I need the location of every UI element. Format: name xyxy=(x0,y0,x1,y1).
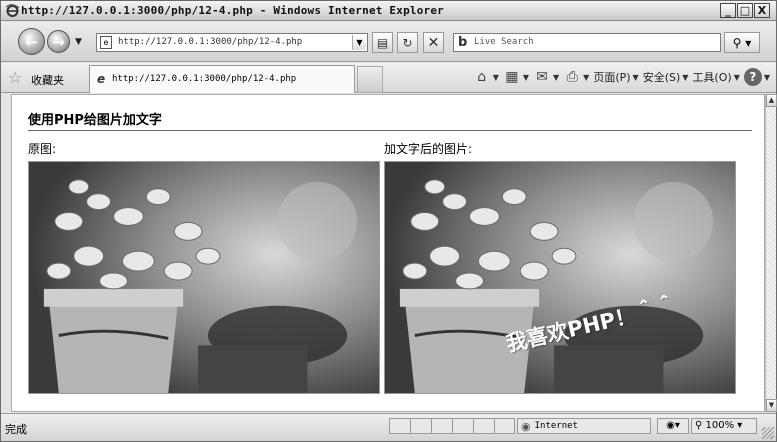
print-button[interactable]: ⎙ ▼ xyxy=(563,68,590,86)
tools-menu-label: 工具(O) xyxy=(692,71,732,84)
address-toolbar: ← → ▼ e http://127.0.0.1:3000/php/12-4.p… xyxy=(1,22,776,62)
stop-x-icon: ✕ xyxy=(427,34,440,51)
tab-current[interactable]: e http://127.0.0.1:3000/php/12-4.php xyxy=(89,65,355,93)
status-text: 完成 xyxy=(5,423,27,436)
page-heading: 使用PHP给图片加文字 xyxy=(28,113,162,128)
page-icon: e xyxy=(100,36,112,49)
page-content: 使用PHP给图片加文字 原图: 加文字后的图片: 我喜欢PHP！＾＾ xyxy=(11,94,765,412)
rss-icon: ▦ xyxy=(505,69,519,85)
scroll-down-button[interactable]: ▼ xyxy=(766,399,777,412)
forward-arrow-icon: → xyxy=(52,32,65,51)
safety-menu-arrow: ▼ xyxy=(682,72,689,82)
forward-button[interactable]: → xyxy=(47,30,70,53)
search-input[interactable]: b Live Search xyxy=(453,33,721,52)
minimize-button[interactable]: _ xyxy=(720,3,736,18)
address-field[interactable]: e http://127.0.0.1:3000/php/12-4.php ▼ xyxy=(96,33,368,52)
zone-label: Internet xyxy=(534,421,578,431)
back-button[interactable]: ← xyxy=(18,28,45,55)
safety-menu[interactable]: 安全(S) ▼ xyxy=(643,69,689,85)
resize-grip[interactable] xyxy=(762,427,774,439)
browser-window: http://127.0.0.1:3000/php/12-4.php - Win… xyxy=(0,0,777,442)
stop-button[interactable]: ✕ xyxy=(423,32,444,53)
compatibility-icon: ▤ xyxy=(376,35,389,50)
status-panel xyxy=(410,418,431,434)
tab-title: http://127.0.0.1:3000/php/12-4.php xyxy=(112,74,297,84)
watermarked-photo: 我喜欢PHP！＾＾ xyxy=(384,161,736,394)
feeds-dropdown-arrow: ▼ xyxy=(522,72,530,82)
close-button[interactable]: X xyxy=(754,3,770,18)
scroll-track[interactable] xyxy=(767,108,776,396)
home-dropdown-arrow: ▼ xyxy=(492,72,499,82)
original-caption: 原图: xyxy=(28,142,57,156)
page-menu[interactable]: 页面(P) ▼ xyxy=(593,69,638,85)
compatibility-view-button[interactable]: ▤ xyxy=(372,32,393,53)
refresh-button[interactable]: ↻ xyxy=(397,32,418,53)
print-dropdown-arrow: ▼ xyxy=(583,72,590,82)
status-panel xyxy=(473,418,494,434)
heading-divider xyxy=(28,130,752,131)
maximize-button[interactable]: □ xyxy=(737,3,753,18)
protected-mode-icon: ◉▾ xyxy=(666,420,680,431)
help-button[interactable]: ? ▼ xyxy=(743,68,770,86)
search-placeholder: Live Search xyxy=(474,37,534,47)
status-panel xyxy=(431,418,452,434)
tab-page-icon: e xyxy=(97,72,106,86)
back-arrow-icon: ← xyxy=(25,32,38,51)
command-bar: ⌂ ▼ ▦ ▼ ✉ ▼ ⎙ ▼ 页面(P) ▼ 安全(S) ▼ 工具(O) ▼ ? ▼ xyxy=(473,68,770,86)
ie-logo-icon xyxy=(5,4,20,17)
home-button[interactable]: ⌂ ▼ xyxy=(473,68,499,86)
home-icon: ⌂ xyxy=(477,69,487,85)
globe-icon: ◉ xyxy=(521,419,531,433)
title-bar: http://127.0.0.1:3000/php/12-4.php - Win… xyxy=(1,1,776,21)
address-dropdown-button[interactable]: ▼ xyxy=(352,35,366,50)
original-photo xyxy=(28,161,380,394)
help-dropdown-arrow: ▼ xyxy=(763,72,770,82)
scroll-up-button[interactable]: ▲ xyxy=(766,94,777,107)
feeds-button[interactable]: ▦ ▼ xyxy=(503,68,529,86)
status-panel xyxy=(494,418,515,434)
plant-pot-image-copy xyxy=(385,162,735,393)
security-zone[interactable]: ◉ Internet xyxy=(517,418,651,434)
page-menu-label: 页面(P) xyxy=(593,71,631,84)
page-menu-arrow: ▼ xyxy=(632,72,639,82)
status-panels xyxy=(389,418,515,434)
mail-button[interactable]: ✉ ▼ xyxy=(533,68,559,86)
favorites-bar: ☆ 收藏夹 e http://127.0.0.1:3000/php/12-4.p… xyxy=(1,63,776,93)
favorites-button[interactable]: 收藏夹 xyxy=(31,72,64,88)
protected-mode-button[interactable]: ◉▾ xyxy=(657,418,689,434)
status-panel xyxy=(389,418,410,434)
status-panel xyxy=(452,418,473,434)
tools-menu[interactable]: 工具(O) ▼ xyxy=(692,69,739,85)
new-tab-button[interactable] xyxy=(357,66,383,93)
window-title: http://127.0.0.1:3000/php/12-4.php - Win… xyxy=(21,4,444,17)
search-button[interactable]: ⚲ ▾ xyxy=(724,32,760,53)
recent-pages-dropdown[interactable]: ▼ xyxy=(75,37,82,47)
search-icon: ⚲ ▾ xyxy=(732,35,752,50)
zoom-level: 100% xyxy=(705,420,735,431)
address-url: http://127.0.0.1:3000/php/12-4.php xyxy=(118,37,303,47)
zoom-button[interactable]: ⚲ 100% ▾ xyxy=(691,418,757,434)
printer-icon: ⎙ xyxy=(566,69,578,85)
tools-menu-arrow: ▼ xyxy=(733,72,740,82)
zoom-icon: ⚲ xyxy=(695,420,703,431)
mail-icon: ✉ xyxy=(536,69,548,85)
safety-menu-label: 安全(S) xyxy=(642,71,681,84)
window-controls: _ □ X xyxy=(720,3,770,18)
refresh-icon: ↻ xyxy=(402,35,413,50)
favorites-star-icon[interactable]: ☆ xyxy=(8,68,22,87)
plant-pot-image xyxy=(29,162,379,393)
help-icon: ? xyxy=(743,68,762,86)
live-search-logo-icon: b xyxy=(458,35,468,50)
vertical-scrollbar[interactable]: ▲ ▼ xyxy=(765,94,777,412)
mail-dropdown-arrow: ▼ xyxy=(553,72,560,82)
status-bar: 完成 ◉ Internet ◉▾ ⚲ 100% ▾ xyxy=(1,413,776,441)
result-caption: 加文字后的图片: xyxy=(384,142,473,156)
